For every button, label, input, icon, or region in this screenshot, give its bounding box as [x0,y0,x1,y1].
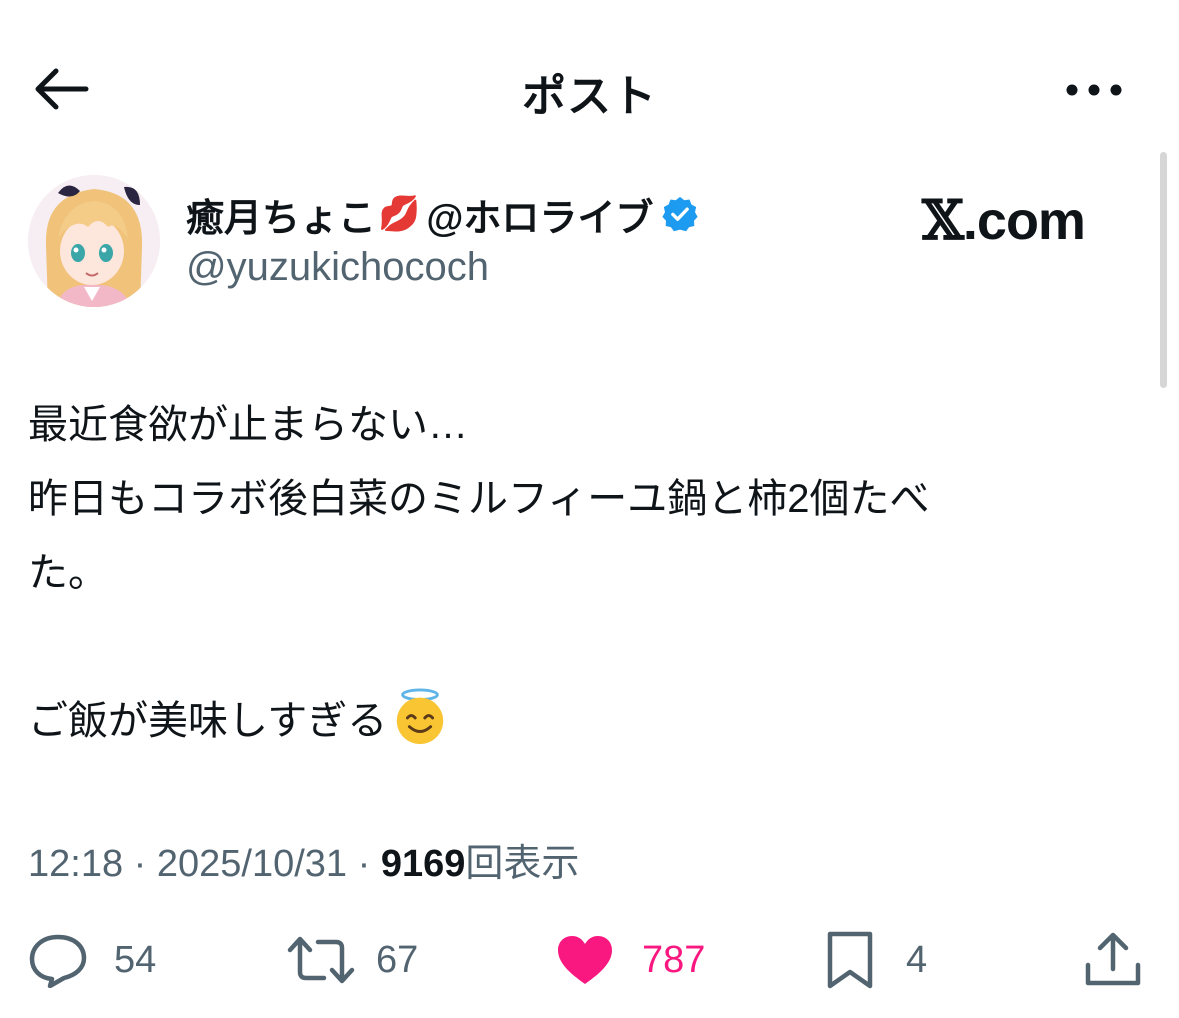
author-name-row[interactable]: 癒月ちょこ 💋 @ホロライブ [186,188,699,240]
reply-button[interactable]: 54 [28,920,156,1000]
meta-separator: · [357,843,371,885]
bookmark-button[interactable]: 4 [826,920,927,1000]
post-time[interactable]: 12:18 [28,843,123,885]
repost-button[interactable]: 67 [286,920,418,1000]
post-line: 昨日もコラボ後白菜のミルフィーユ鍋と柿2個たべ [28,477,930,521]
post-text: 最近食欲が止まらない… 昨日もコラボ後白菜のミルフィーユ鍋と柿2個たべ た。 ご… [28,388,1138,758]
author-affiliation: @ホロライブ [426,197,654,240]
more-horizontal-icon [1066,84,1122,96]
share-icon [1085,932,1141,986]
post-line: 最近食欲が止まらない… [28,403,468,447]
post-date[interactable]: 2025/10/31 [157,843,347,885]
bookmark-count: 4 [906,938,928,981]
like-button[interactable]: 787 [556,920,705,1000]
post-meta: 12:18 · 2025/10/31 · 9169回表示 [28,832,579,887]
top-bar: ポスト [0,40,1179,140]
page-title: ポスト [522,72,657,121]
more-options-button[interactable] [1062,70,1126,110]
x-logo-icon: 𝕏 [922,188,964,252]
verified-badge-icon [662,196,698,232]
views-label: 回表示 [465,843,580,885]
repost-count: 67 [376,938,419,981]
post-detail-screen: ポスト 癒月ちょこ 💋 @ホロライブ @yuzukichococh 𝕏.com … [0,0,1179,1018]
reply-count: 54 [114,938,157,981]
watermark-domain: .com [962,191,1086,251]
avatar[interactable] [28,175,160,307]
post-line: た。 [28,551,108,595]
post-line: ご飯が美味しすぎる [28,699,388,743]
kiss-emoji: 💋 [378,195,421,233]
post-line-last: ご飯が美味しすぎる [28,684,1138,758]
x-com-watermark: 𝕏.com [922,188,1086,252]
meta-separator: · [133,843,147,885]
bookmark-icon [827,931,873,989]
author-handle[interactable]: @yuzukichococh [186,245,489,290]
repost-icon [287,936,355,984]
avatar-image [28,175,160,307]
views-count[interactable]: 9169 [381,843,466,885]
share-button[interactable] [1084,920,1142,1000]
post-line [28,610,1138,684]
action-bar: 54 67 787 4 [0,920,1179,1000]
like-count: 787 [642,938,706,981]
author-display-name: 癒月ちょこ [186,197,377,240]
heart-filled-icon [558,936,612,984]
scrollbar[interactable] [1160,152,1167,388]
smiling-face-with-halo-icon [397,688,444,745]
reply-icon [29,934,87,988]
